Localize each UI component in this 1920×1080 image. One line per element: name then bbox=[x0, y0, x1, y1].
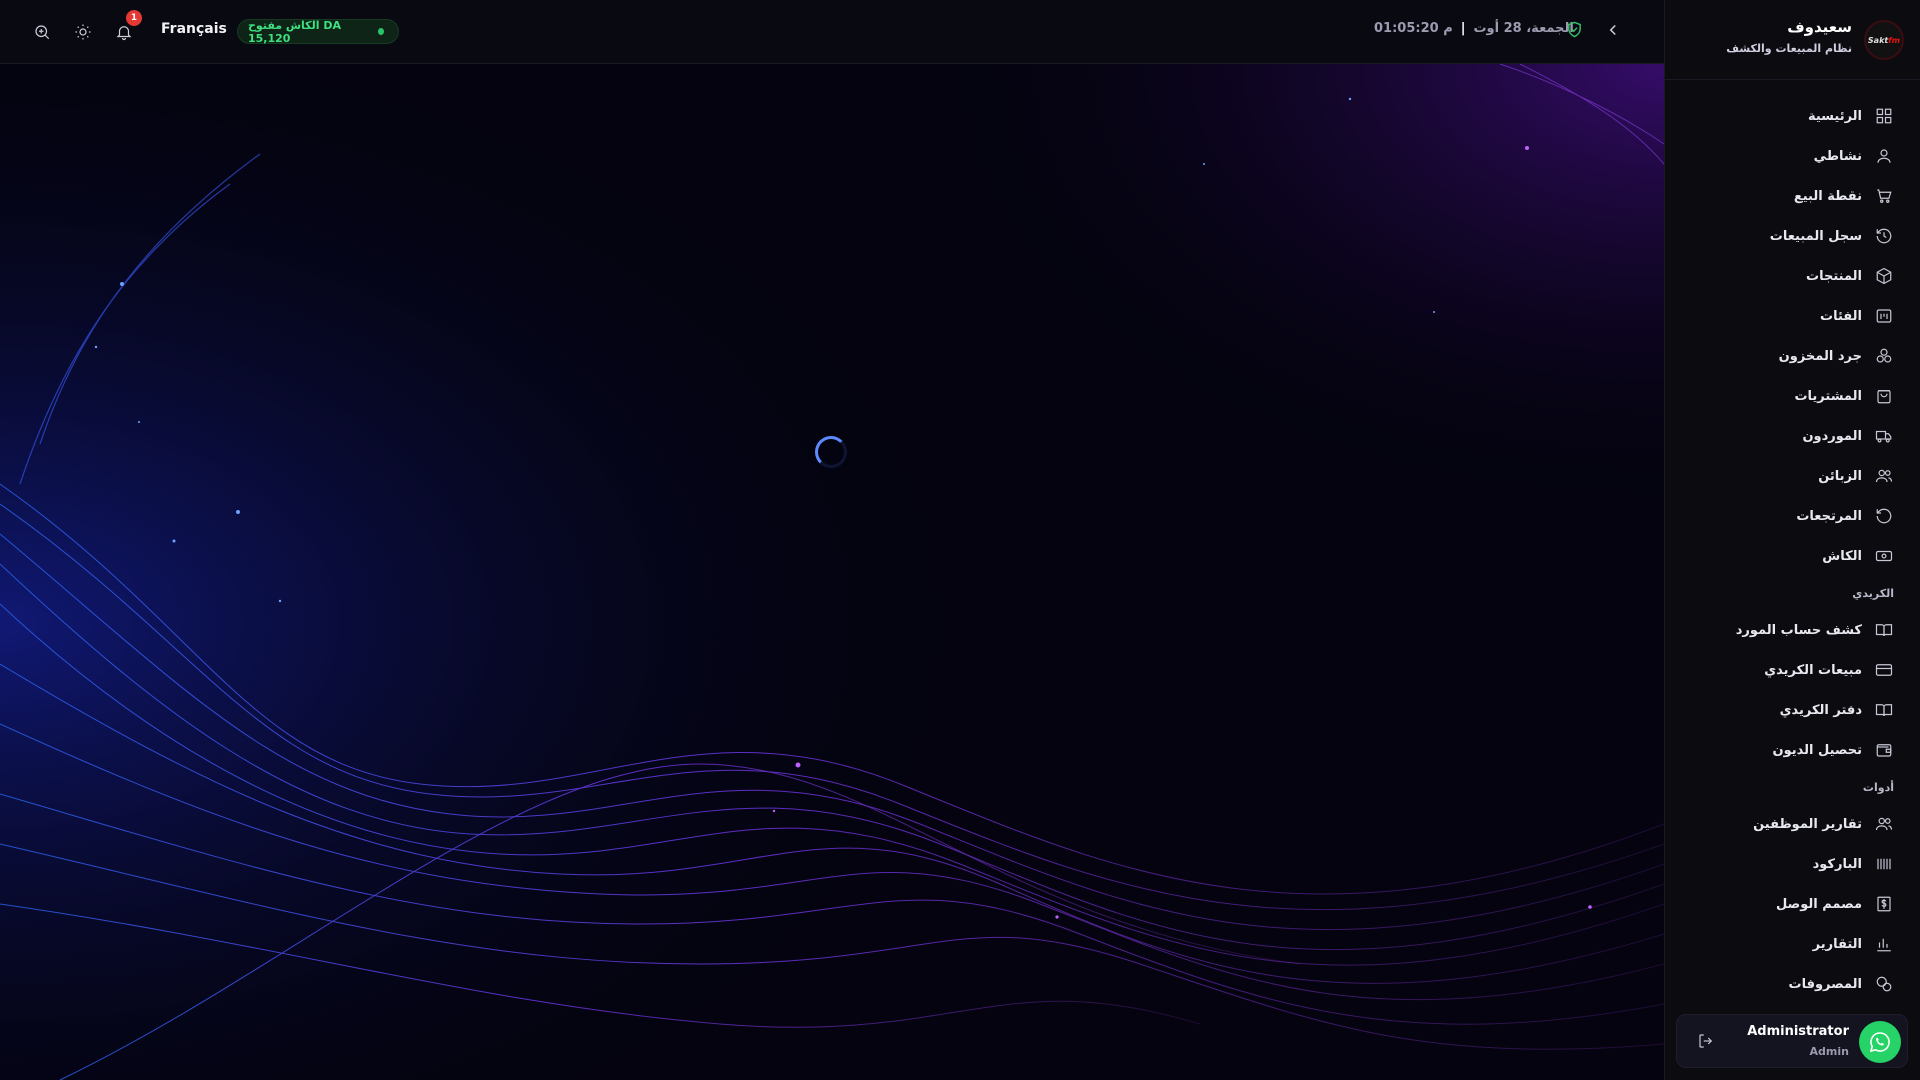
grid-icon bbox=[1874, 106, 1894, 126]
brand-name: سعيدوف bbox=[1787, 18, 1852, 36]
cash-status-dot bbox=[377, 28, 384, 35]
brand-subtitle: نظام المبيعات والكشف bbox=[1726, 42, 1852, 55]
sidebar-item-label: المرتجعات bbox=[1796, 508, 1862, 524]
sidebar-item-receipt-designer[interactable]: مصمم الوصل bbox=[1664, 884, 1920, 924]
category-icon bbox=[1874, 306, 1894, 326]
sidebar: Saktfm سعيدوف نظام المبيعات والكشف الرئي… bbox=[1664, 0, 1920, 1080]
sidebar-item-purchases[interactable]: المشتريات bbox=[1664, 376, 1920, 416]
language-switch[interactable]: Français bbox=[161, 21, 227, 37]
sidebar-item-suppliers[interactable]: الموردون bbox=[1664, 416, 1920, 456]
sidebar-item-debt-collection[interactable]: تحصيل الديون bbox=[1664, 730, 1920, 770]
bar-chart-icon bbox=[1874, 934, 1894, 954]
cash-status-text: الكاش مفتوح DA 15,120 bbox=[248, 18, 341, 45]
user-card: Administrator Admin bbox=[1676, 1014, 1908, 1068]
sidebar-item-pos[interactable]: نقطة البيع bbox=[1664, 176, 1920, 216]
sidebar-item-label: المصروفات bbox=[1788, 976, 1863, 992]
sidebar-item-label: تقارير الموظفين bbox=[1753, 816, 1862, 832]
sidebar-item-label: نقطة البيع bbox=[1793, 188, 1862, 204]
date-time: 01:05:20 م | الجمعة، 28 أوت bbox=[1374, 21, 1574, 36]
credit-card-icon bbox=[1874, 660, 1894, 680]
sidebar-item-label: نشاطي bbox=[1813, 148, 1862, 164]
logout-icon[interactable] bbox=[1697, 1032, 1717, 1052]
wallet-icon bbox=[1874, 740, 1894, 760]
sidebar-item-label: المنتجات bbox=[1806, 268, 1862, 284]
truck-icon bbox=[1874, 426, 1894, 446]
sidebar-item-label: التقارير bbox=[1812, 936, 1862, 952]
sidebar-item-inventory[interactable]: جرد المخزون bbox=[1664, 336, 1920, 376]
logo-text: Sakt bbox=[1867, 35, 1889, 45]
book-icon bbox=[1874, 700, 1894, 720]
notifications-bell-icon[interactable]: 1 bbox=[112, 10, 142, 44]
collapse-sidebar-chevron-icon[interactable] bbox=[1604, 21, 1626, 43]
cash-status-pill[interactable]: الكاش مفتوح DA 15,120 bbox=[237, 18, 399, 45]
sidebar-item-home[interactable]: الرئيسية bbox=[1664, 96, 1920, 136]
sidebar-item-label: كشف حساب المورد bbox=[1735, 622, 1862, 638]
sidebar-item-label: المشتريات bbox=[1794, 388, 1862, 404]
main-content bbox=[0, 64, 1664, 1080]
book-open-icon bbox=[1874, 620, 1894, 640]
inventory-icon bbox=[1874, 346, 1894, 366]
sidebar-item-label: الباركود bbox=[1812, 856, 1862, 872]
barcode-icon bbox=[1874, 854, 1894, 874]
loading-spinner bbox=[815, 436, 847, 468]
background-waves bbox=[0, 64, 1664, 1080]
sidebar-item-sales-history[interactable]: سجل المبيعات bbox=[1664, 216, 1920, 256]
return-icon bbox=[1874, 506, 1894, 526]
box-icon bbox=[1874, 266, 1894, 286]
shield-check-icon bbox=[1566, 21, 1586, 41]
whatsapp-icon bbox=[1869, 1032, 1890, 1053]
users-icon bbox=[1874, 466, 1894, 486]
sidebar-item-label: تحصيل الديون bbox=[1772, 742, 1862, 758]
cart-icon bbox=[1874, 186, 1894, 206]
sidebar-item-my-activity[interactable]: نشاطي bbox=[1664, 136, 1920, 176]
sidebar-nav: الرئيسية نشاطي نقطة البيع سجل المبيعات ا… bbox=[1664, 96, 1920, 1004]
sidebar-item-reports[interactable]: التقارير bbox=[1664, 924, 1920, 964]
sidebar-item-label: دفتر الكريدي bbox=[1779, 702, 1862, 718]
sidebar-item-cash[interactable]: الكاش bbox=[1664, 536, 1920, 576]
user-role: Admin bbox=[1809, 1045, 1849, 1058]
whatsapp-button[interactable] bbox=[1859, 1021, 1901, 1063]
sidebar-item-label: مبيعات الكريدي bbox=[1764, 662, 1862, 678]
receipt-icon bbox=[1874, 894, 1894, 914]
expenses-icon bbox=[1874, 974, 1894, 994]
user-icon bbox=[1874, 146, 1894, 166]
section-tools-header: أدوات bbox=[1862, 780, 1894, 794]
sidebar-item-barcode[interactable]: الباركود bbox=[1664, 844, 1920, 884]
brand-logo: Saktfm bbox=[1864, 20, 1904, 60]
brand-header: Saktfm سعيدوف نظام المبيعات والكشف bbox=[1664, 0, 1920, 80]
notification-badge: 1 bbox=[126, 10, 142, 26]
sidebar-item-label: جرد المخزون bbox=[1778, 348, 1862, 364]
sidebar-item-returns[interactable]: المرتجعات bbox=[1664, 496, 1920, 536]
sidebar-item-credit-ledger[interactable]: دفتر الكريدي bbox=[1664, 690, 1920, 730]
sidebar-item-customers[interactable]: الزبائن bbox=[1664, 456, 1920, 496]
logo-text-accent: fm bbox=[1888, 35, 1901, 45]
cash-icon bbox=[1874, 546, 1894, 566]
sidebar-item-credit-sales[interactable]: مبيعات الكريدي bbox=[1664, 650, 1920, 690]
date-separator: | bbox=[1460, 21, 1466, 36]
sidebar-item-label: الفئات bbox=[1820, 308, 1862, 324]
sidebar-item-label: سجل المبيعات bbox=[1769, 228, 1862, 244]
sidebar-item-categories[interactable]: الفئات bbox=[1664, 296, 1920, 336]
theme-toggle-sun-icon[interactable] bbox=[71, 20, 95, 44]
shopping-bag-icon bbox=[1874, 386, 1894, 406]
user-name: Administrator bbox=[1747, 1024, 1849, 1039]
zoom-in-icon[interactable] bbox=[30, 20, 54, 44]
sidebar-item-staff-reports[interactable]: تقارير الموظفين bbox=[1664, 804, 1920, 844]
time-text: 01:05:20 م bbox=[1374, 21, 1453, 36]
section-credit-header: الكريدي bbox=[1852, 586, 1894, 600]
sidebar-item-expenses[interactable]: المصروفات bbox=[1664, 964, 1920, 1004]
sidebar-item-label: الزبائن bbox=[1818, 468, 1862, 484]
history-icon bbox=[1874, 226, 1894, 246]
staff-icon bbox=[1874, 814, 1894, 834]
date-text: الجمعة، 28 أوت bbox=[1473, 21, 1574, 36]
sidebar-item-label: الموردون bbox=[1802, 428, 1862, 444]
sidebar-item-label: الكاش bbox=[1822, 548, 1862, 564]
sidebar-item-products[interactable]: المنتجات bbox=[1664, 256, 1920, 296]
sidebar-item-supplier-statement[interactable]: كشف حساب المورد bbox=[1664, 610, 1920, 650]
app-window: 1 Français الكاش مفتوح DA 15,120 01:05:2… bbox=[0, 0, 1920, 1080]
sidebar-item-label: مصمم الوصل bbox=[1776, 896, 1862, 912]
top-bar: 1 Français الكاش مفتوح DA 15,120 01:05:2… bbox=[0, 0, 1664, 64]
sidebar-item-label: الرئيسية bbox=[1807, 108, 1862, 124]
